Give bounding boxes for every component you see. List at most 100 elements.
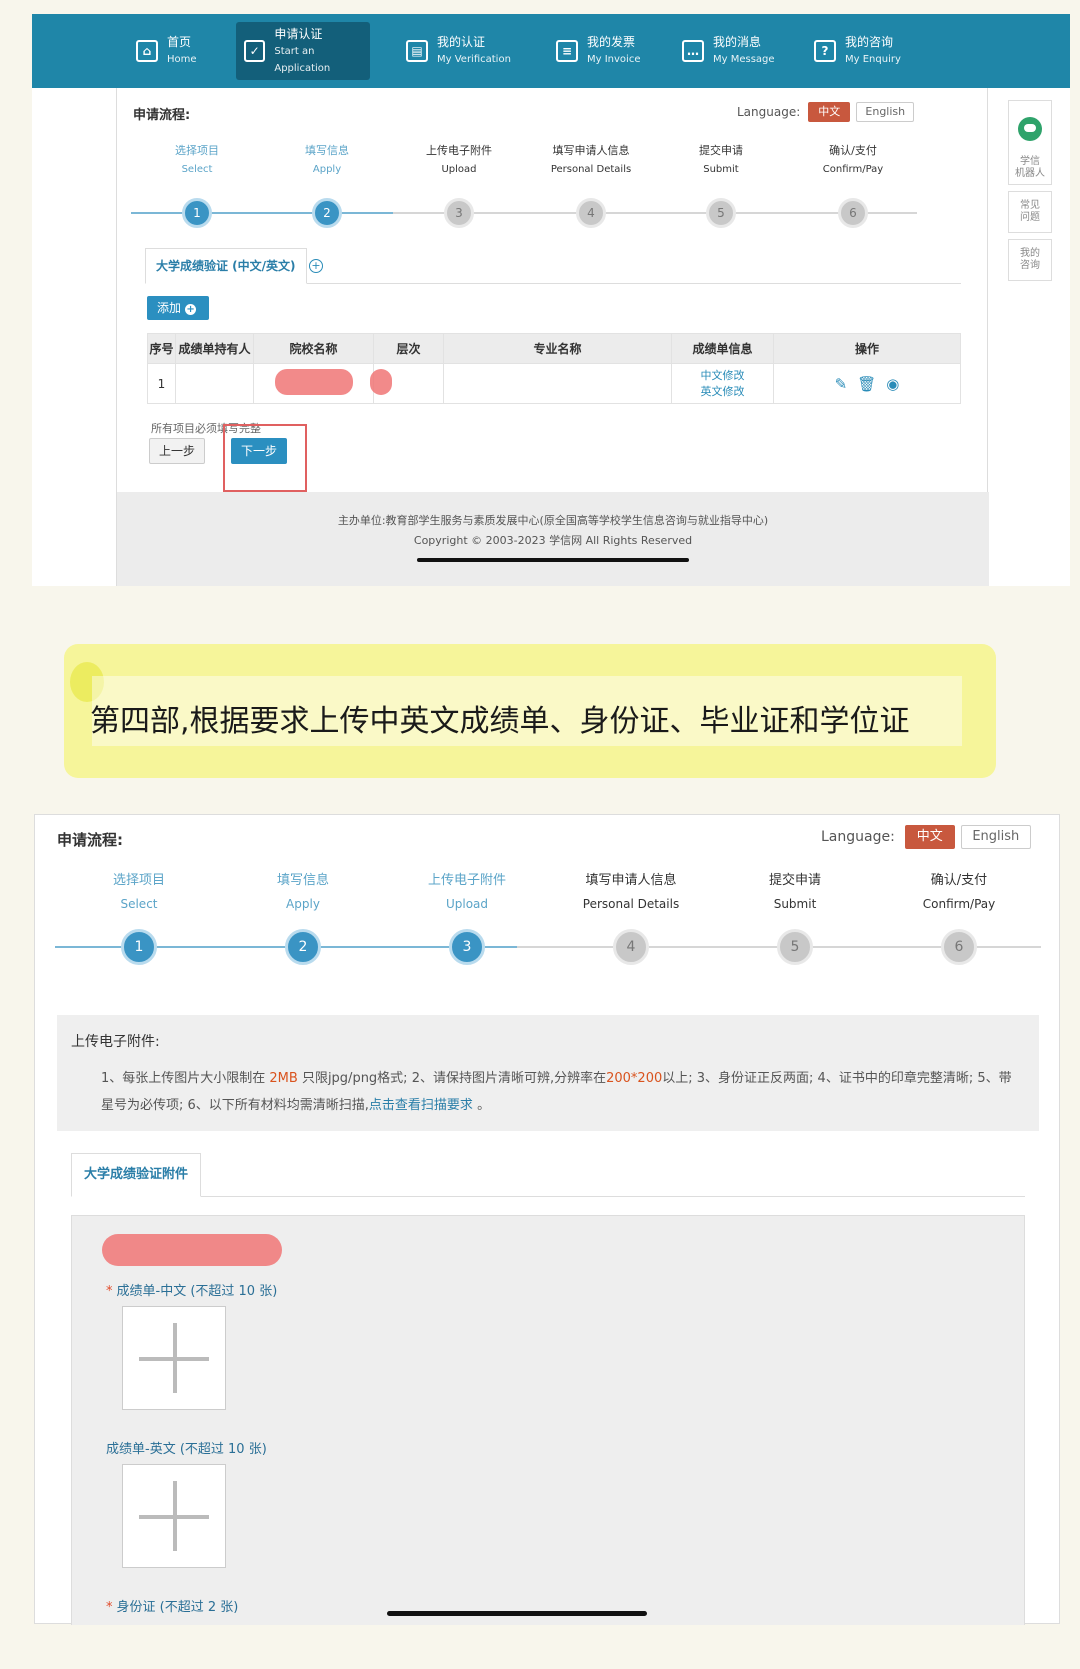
- trash-icon[interactable]: 🗑: [857, 375, 876, 393]
- step-select-zh: 选择项目: [175, 144, 219, 157]
- upload-label-transcript-en: 成绩单-英文 (不超过 10 张): [106, 1438, 267, 1457]
- col-actions: 操作: [773, 333, 961, 364]
- right-sidebar: 学信 机器人 常见 问题 我的 咨询: [1008, 100, 1052, 287]
- nav-invoice-en: My Invoice: [587, 54, 641, 65]
- cell-holder: [175, 363, 254, 404]
- application-panel: 申请流程: Language: 中文 English 选择项目 Select 填写…: [116, 88, 989, 586]
- step-dot-2: 2: [312, 198, 342, 228]
- nav-home[interactable]: ⌂ 首页 Home: [136, 22, 197, 80]
- caption-text: 第四部,根据要求上传中英文成绩单、身份证、毕业证和学位证: [90, 704, 910, 739]
- eye-icon[interactable]: ◉: [886, 375, 899, 393]
- upload-title: 上传电子附件:: [71, 1034, 160, 1050]
- upload-transcript-zh-button[interactable]: [122, 1306, 226, 1410]
- upload-instructions: 上传电子附件: 1、每张上传图片大小限制在 2MB 只限jpg/png格式; 2…: [57, 1015, 1039, 1131]
- nav-start-application[interactable]: ✓ 申请认证 Start an Application: [236, 22, 370, 80]
- cell-transcript: 中文修改 英文修改: [671, 363, 774, 404]
- step-submit-en: Submit: [773, 897, 817, 911]
- step-personal-zh: 填写申请人信息: [552, 144, 630, 157]
- cell-index: 1: [147, 363, 176, 404]
- language-label: Language:: [821, 829, 895, 845]
- step-upload-en: Upload: [441, 164, 477, 175]
- nav-start-zh: 申请认证: [274, 26, 323, 41]
- step-submit-en: Submit: [703, 164, 739, 175]
- step-dot-3: 3: [444, 198, 474, 228]
- nav-my-invoice[interactable]: ≡ 我的发票 My Invoice: [556, 22, 640, 80]
- invoice-icon: ≡: [556, 40, 578, 62]
- required-star: *: [106, 1284, 113, 1299]
- step-dot-4: 4: [576, 198, 606, 228]
- sidebar-faq[interactable]: 常见 问题: [1008, 191, 1052, 233]
- instr-resolution: 200*200: [606, 1071, 663, 1086]
- col-transcript: 成绩单信息: [671, 333, 774, 364]
- step-submit-zh: 提交申请: [768, 873, 822, 888]
- add-button[interactable]: 添加 +: [147, 296, 209, 320]
- step-confirm-en: Confirm/Pay: [822, 164, 884, 175]
- footer-copyright: Copyright © 2003-2023 学信网 All Rights Res…: [413, 534, 693, 547]
- required-star: *: [106, 1600, 113, 1615]
- language-en-button[interactable]: English: [960, 825, 1031, 849]
- tab-transcript-attachments[interactable]: 大学成绩验证附件: [71, 1153, 202, 1197]
- process-title: 申请流程:: [57, 831, 123, 849]
- process-title: 申请流程:: [133, 108, 191, 123]
- top-nav: ⌂ 首页 Home ✓ 申请认证 Start an Application ▤ 我的…: [32, 14, 1070, 88]
- step-dot-4: 4: [613, 929, 649, 965]
- edit-zh-link[interactable]: 中文修改: [672, 368, 773, 384]
- step-dot-1: 1: [121, 929, 157, 965]
- step-select-en: Select: [181, 164, 213, 175]
- sidebar-enquiry[interactable]: 我的 咨询: [1008, 239, 1052, 281]
- upload-label-text: 成绩单-中文 (不超过 10 张): [116, 1284, 278, 1299]
- nav-verification-zh: 我的认证: [437, 35, 486, 49]
- home-indicator: [417, 558, 689, 562]
- instr-part2: 只限jpg/png格式; 2、请保持图片清晰可辨,分辨率在: [297, 1071, 607, 1086]
- attachment-tabs: 大学成绩验证附件: [71, 1153, 1025, 1197]
- add-tab-icon[interactable]: +: [309, 259, 323, 273]
- caption-banner: 第四部,根据要求上传中英文成绩单、身份证、毕业证和学位证: [64, 644, 996, 778]
- scan-requirements-link[interactable]: 点击查看扫描要求: [369, 1098, 473, 1113]
- nav-verification-en: My Verification: [437, 54, 511, 65]
- step-upload-zh: 上传电子附件: [427, 873, 507, 888]
- step-personal: 填写申请人信息 Personal Details: [551, 142, 631, 175]
- step-apply-zh: 填写信息: [276, 873, 330, 888]
- edit-icon[interactable]: ✎: [835, 375, 848, 393]
- items-table: 序号 成绩单持有人 院校名称 层次 专业名称 成绩单信息 操作 1 中文修改 英…: [147, 333, 961, 404]
- nav-my-verification[interactable]: ▤ 我的认证 My Verification: [406, 22, 511, 80]
- screenshot-step-2: ⌂ 首页 Home ✓ 申请认证 Start an Application ▤ 我的…: [32, 14, 1070, 586]
- prev-button[interactable]: 上一步: [149, 438, 205, 464]
- step-confirm-zh: 确认/支付: [829, 144, 877, 157]
- table-row: 1 中文修改 英文修改 ✎ 🗑 ◉: [147, 363, 961, 404]
- step-personal-zh: 填写申请人信息: [585, 873, 677, 888]
- language-zh-button[interactable]: 中文: [808, 102, 851, 122]
- step-apply: 填写信息 Apply: [277, 869, 329, 911]
- home-indicator: [387, 1611, 647, 1616]
- redaction-scribble: [102, 1234, 282, 1266]
- instr-part4: 。: [472, 1098, 491, 1113]
- step-dot-5: 5: [777, 929, 813, 965]
- upload-label-text: 身份证 (不超过 2 张): [116, 1600, 239, 1615]
- add-button-label: 添加: [157, 301, 182, 315]
- edit-en-link[interactable]: 英文修改: [672, 384, 773, 400]
- tab-transcript-verification[interactable]: 大学成绩验证 (中文/英文): [145, 248, 307, 284]
- nav-home-en: Home: [167, 54, 197, 65]
- step-apply-zh: 填写信息: [305, 144, 349, 157]
- language-zh-button[interactable]: 中文: [904, 825, 955, 849]
- step-submit-zh: 提交申请: [699, 144, 743, 157]
- language-switch: Language: 中文 English: [821, 825, 1031, 849]
- step-submit: 提交申请 Submit: [769, 869, 821, 911]
- col-index: 序号: [147, 333, 176, 364]
- step-dot-6: 6: [838, 198, 868, 228]
- nav-my-enquiry[interactable]: ? 我的咨询 My Enquiry: [814, 22, 901, 80]
- step-apply-en: Apply: [312, 164, 342, 175]
- instr-size: 2MB: [269, 1071, 298, 1086]
- step-confirm-en: Confirm/Pay: [922, 897, 996, 911]
- sidebar-robot[interactable]: 学信 机器人: [1008, 100, 1052, 185]
- language-label: Language:: [737, 105, 801, 119]
- nav-my-message[interactable]: … 我的消息 My Message: [682, 22, 775, 80]
- message-icon: …: [682, 40, 704, 62]
- step-select-en: Select: [120, 897, 158, 911]
- verification-icon: ▤: [406, 40, 428, 62]
- language-en-button[interactable]: English: [856, 102, 915, 122]
- footer-organizer: 主办单位:教育部学生服务与素质发展中心(原全国高等学校学生信息咨询与就业指导中心…: [337, 514, 769, 527]
- nav-message-en: My Message: [713, 54, 775, 65]
- upload-transcript-en-button[interactable]: [122, 1464, 226, 1568]
- step-apply-en: Apply: [286, 897, 320, 911]
